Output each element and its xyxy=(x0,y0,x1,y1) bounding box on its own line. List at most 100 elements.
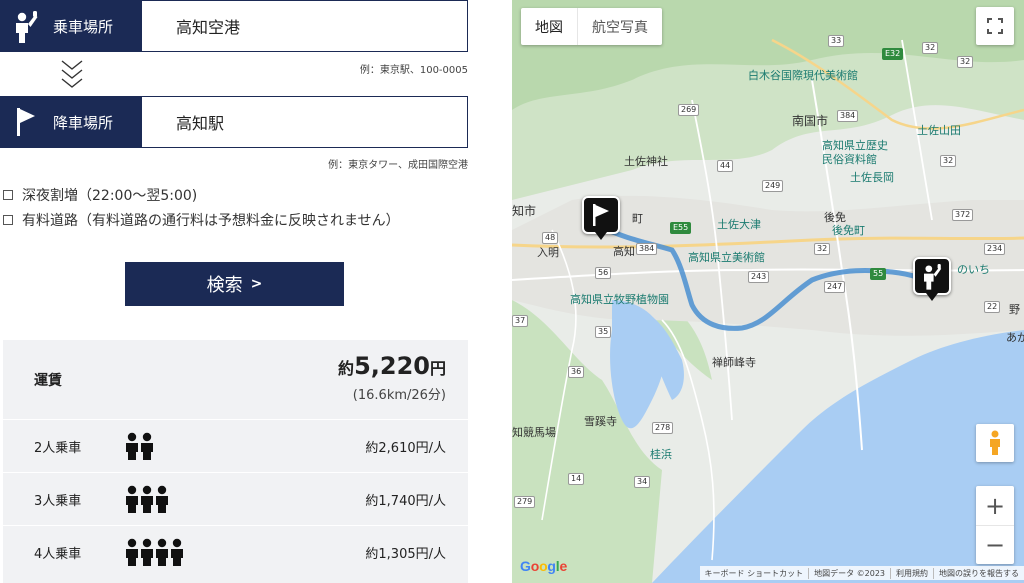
road-shield: 32 xyxy=(922,42,939,54)
late-night-checkbox[interactable] xyxy=(3,190,13,200)
place-label: 町 xyxy=(632,212,643,225)
per-person-row: 2人乗車 約2,610円/人 xyxy=(3,420,468,472)
flag-icon xyxy=(593,204,609,226)
road-shield: 35 xyxy=(595,326,612,338)
per-person-label: 2人乗車 xyxy=(34,441,82,456)
toll-road-checkbox[interactable] xyxy=(3,215,13,225)
person-icon xyxy=(140,432,154,460)
dropoff-row: 降車場所 xyxy=(0,96,468,148)
report-error-link[interactable]: 地図の誤りを報告する xyxy=(933,567,1024,579)
hand-raise-icon xyxy=(9,9,43,43)
place-label: 土佐長岡 xyxy=(850,171,894,184)
road-shield: 384 xyxy=(837,110,859,122)
people-icon xyxy=(125,538,185,566)
place-label: 白木谷国際現代美術館 xyxy=(748,69,858,82)
per-person-row: 3人乗車 約1,740円/人 xyxy=(3,473,468,525)
terms-link[interactable]: 利用規約 xyxy=(890,567,933,579)
map-type-satellite[interactable]: 航空写真 xyxy=(577,8,662,45)
road-shield: 278 xyxy=(652,422,674,434)
street-view-button[interactable] xyxy=(976,424,1014,462)
road-shield: 44 xyxy=(717,160,734,172)
road-shield: 372 xyxy=(952,209,974,221)
dropoff-label: 降車場所 xyxy=(53,113,114,132)
map-data-credit: 地図データ ©2023 xyxy=(808,567,890,579)
road-shield: 279 xyxy=(514,496,536,508)
fare-detail: (16.6km/26分) xyxy=(352,388,446,403)
route-map[interactable]: 白木谷国際現代美術館 南国市 土佐山田 高知県立歴史 民俗資料館 土佐神社 土佐… xyxy=(512,0,1024,583)
flag-icon xyxy=(9,105,43,139)
place-label: 桂浜 xyxy=(650,448,672,461)
road-shield: 37 xyxy=(512,315,529,327)
place-label: あか xyxy=(1006,331,1024,344)
late-night-label: 深夜割増（22:00〜翌5:00) xyxy=(22,188,198,204)
place-label: 土佐大津 xyxy=(717,218,761,231)
per-person-row: 4人乗車 約1,305円/人 xyxy=(3,526,468,583)
person-icon xyxy=(125,485,139,513)
pickup-marker[interactable] xyxy=(913,257,951,301)
pegman-icon xyxy=(990,430,1000,455)
place-label: 民俗資料館 xyxy=(822,153,877,166)
person-icon xyxy=(155,485,169,513)
taxi-fare-form: 乗車場所 例：東京駅、100-0005 降車場所 例：東京タワー、成田国際空港 … xyxy=(0,0,470,583)
place-label: 高知 xyxy=(613,245,635,258)
search-button[interactable]: 検索 > xyxy=(125,262,344,306)
road-shield: 48 xyxy=(542,232,559,244)
fullscreen-button[interactable] xyxy=(976,7,1014,45)
person-icon xyxy=(170,538,184,566)
people-icon xyxy=(125,485,170,513)
place-label: 野 xyxy=(1009,303,1020,316)
road-shield: 56 xyxy=(595,267,612,279)
pickup-input[interactable] xyxy=(142,1,467,51)
fare-result: 運賃 約5,220円 (16.6km/26分) 2人乗車 約2,610円/人 3… xyxy=(3,340,468,583)
fare-value: 5,220 xyxy=(354,352,430,380)
chevron-right-icon: > xyxy=(250,276,263,292)
road-shield: 36 xyxy=(568,366,585,378)
person-icon xyxy=(125,432,139,460)
per-person-label: 3人乗車 xyxy=(34,494,82,509)
person-icon xyxy=(140,538,154,566)
road-shield: 32 xyxy=(814,243,831,255)
map-type-roadmap[interactable]: 地図 xyxy=(521,8,577,45)
road-shield: 234 xyxy=(984,243,1006,255)
place-label: 雪蹊寺 xyxy=(584,415,617,428)
toll-road-option[interactable]: 有料道路（有料道路の通行料は予想料金に反映されません） xyxy=(3,210,400,230)
per-person-label: 4人乗車 xyxy=(34,547,82,562)
search-button-label: 検索 xyxy=(206,275,243,296)
map-attribution: キーボード ショートカット 地図データ ©2023 利用規約 地図の誤りを報告す… xyxy=(699,566,1024,580)
road-shield: 384 xyxy=(636,243,658,255)
fare-total-row: 運賃 約5,220円 (16.6km/26分) xyxy=(3,340,468,419)
zoom-control: + − xyxy=(976,486,1014,564)
hand-raise-icon xyxy=(924,264,942,290)
late-night-option[interactable]: 深夜割増（22:00〜翌5:00) xyxy=(3,185,197,205)
dropoff-input[interactable] xyxy=(142,97,467,147)
fare-label: 運賃 xyxy=(34,373,62,389)
road-shield: 32 xyxy=(940,155,957,167)
google-logo[interactable]: Google xyxy=(520,558,567,574)
pickup-example: 例：東京駅、100-0005 xyxy=(359,65,468,76)
road-shield: 34 xyxy=(634,476,651,488)
keyboard-shortcuts-link[interactable]: キーボード ショートカット xyxy=(700,568,809,579)
per-person-value: 約1,740円/人 xyxy=(365,494,446,509)
fare-unit: 円 xyxy=(429,359,446,378)
per-person-value: 約1,305円/人 xyxy=(365,547,446,562)
place-label: 土佐神社 xyxy=(624,155,668,168)
road-shield: 32 xyxy=(957,56,974,68)
road-shield: 249 xyxy=(762,180,784,192)
dropoff-label-box: 降車場所 xyxy=(1,97,142,147)
map-type-control: 地図 航空写真 xyxy=(521,8,662,45)
zoom-in-button[interactable]: + xyxy=(976,486,1014,525)
fare-amount: 約5,220円 xyxy=(338,352,446,380)
dropoff-example: 例：東京タワー、成田国際空港 xyxy=(328,160,468,171)
zoom-out-button[interactable]: − xyxy=(976,525,1014,564)
person-icon xyxy=(125,538,139,566)
toll-road-label: 有料道路（有料道路の通行料は予想料金に反映されません） xyxy=(22,213,400,229)
road-shield: E55 xyxy=(670,222,692,234)
place-label: 入明 xyxy=(537,246,559,259)
place-label: 後免町 xyxy=(832,224,865,237)
road-shield: 269 xyxy=(678,104,700,116)
dropoff-marker[interactable] xyxy=(582,196,620,240)
chevrons-down-icon xyxy=(61,60,83,88)
pickup-label-box: 乗車場所 xyxy=(1,1,142,51)
place-label: 知競馬場 xyxy=(512,426,556,439)
people-icon xyxy=(125,432,155,460)
